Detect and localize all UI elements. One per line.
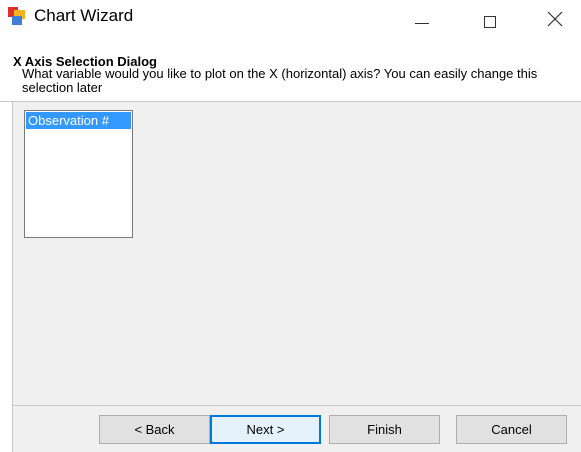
left-margin — [0, 102, 12, 451]
back-button[interactable]: < Back — [99, 415, 210, 444]
title-bar: Chart Wizard — [0, 0, 581, 48]
close-button[interactable] — [535, 0, 581, 32]
variable-listbox[interactable]: Observation # — [24, 110, 133, 238]
dialog-description: What variable would you like to plot on … — [22, 66, 538, 95]
cancel-button[interactable]: Cancel — [456, 415, 567, 444]
maximize-icon — [484, 16, 496, 28]
dialog-content: Observation # — [12, 102, 581, 405]
close-icon — [547, 11, 563, 27]
window-title: Chart Wizard — [34, 6, 134, 25]
dialog-footer: < Back Next > Finish Cancel — [12, 405, 581, 452]
minimize-icon — [415, 23, 429, 24]
maximize-button[interactable] — [468, 0, 514, 32]
chart-wizard-app-icon — [8, 7, 28, 27]
dialog-header: X Axis Selection Dialog What variable wo… — [0, 48, 581, 102]
finish-button[interactable]: Finish — [329, 415, 440, 444]
list-item-observation[interactable]: Observation # — [26, 112, 131, 129]
minimize-button[interactable] — [399, 0, 445, 32]
next-button[interactable]: Next > — [210, 415, 321, 444]
